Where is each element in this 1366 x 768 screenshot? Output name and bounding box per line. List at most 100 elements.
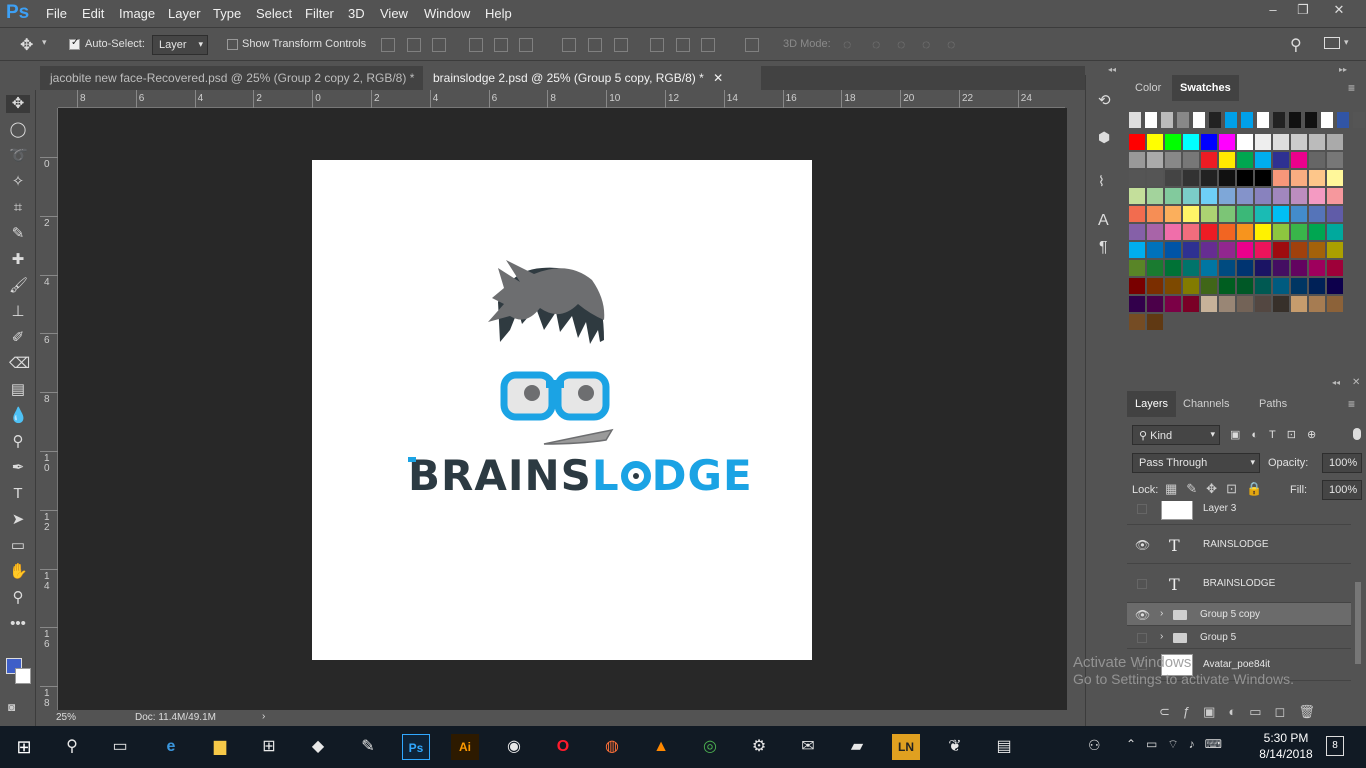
color-swatch[interactable]: [1165, 170, 1181, 186]
menu-item-edit[interactable]: Edit: [82, 6, 104, 21]
color-swatch[interactable]: [1201, 296, 1217, 312]
color-swatch[interactable]: [1327, 188, 1343, 204]
color-swatch[interactable]: [1255, 152, 1271, 168]
menu-item-type[interactable]: Type: [213, 6, 241, 21]
store-icon[interactable]: ⊞: [255, 734, 283, 760]
paragraph-icon[interactable]: ¶: [1099, 239, 1108, 257]
chevron-down-icon[interactable]: ▾: [42, 37, 47, 48]
zoom-tool-icon[interactable]: ⚲: [9, 589, 27, 607]
color-swatch[interactable]: [1147, 260, 1163, 276]
layer-row[interactable]: Layer 3: [1127, 501, 1351, 525]
color-swatch[interactable]: [1201, 152, 1217, 168]
visibility-eye-icon[interactable]: [1137, 632, 1147, 643]
opacity-input[interactable]: 100%: [1322, 453, 1362, 473]
tab-channels[interactable]: Channels: [1175, 391, 1237, 417]
color-swatch[interactable]: [1309, 260, 1325, 276]
tab-color[interactable]: Color: [1127, 75, 1169, 101]
panel-menu-icon[interactable]: ≡: [1348, 397, 1355, 411]
eclipse-icon[interactable]: ◉: [500, 734, 528, 760]
color-swatch[interactable]: [1291, 152, 1307, 168]
tab-swatches[interactable]: Swatches: [1172, 75, 1239, 101]
3d-tool-icon[interactable]: ◌: [897, 36, 905, 52]
gradient-tool-icon[interactable]: ▤: [9, 381, 27, 399]
align-icon[interactable]: [469, 38, 483, 52]
chevron-down-icon[interactable]: ▾: [1344, 37, 1349, 48]
dodge-tool-icon[interactable]: ⚲: [9, 433, 27, 451]
color-swatch[interactable]: [1255, 260, 1271, 276]
app-icon[interactable]: ◆: [304, 734, 332, 760]
color-swatch[interactable]: [1147, 188, 1163, 204]
color-swatch[interactable]: [1309, 170, 1325, 186]
vertical-scrollbar[interactable]: [1067, 108, 1085, 710]
color-swatch[interactable]: [1165, 206, 1181, 222]
color-swatch[interactable]: [1273, 112, 1285, 128]
color-swatch[interactable]: [1129, 188, 1145, 204]
color-swatch[interactable]: [1129, 260, 1145, 276]
color-swatch[interactable]: [1327, 206, 1343, 222]
color-swatch[interactable]: [1147, 170, 1163, 186]
color-swatch[interactable]: [1237, 260, 1253, 276]
color-swatch[interactable]: [1309, 278, 1325, 294]
color-swatch[interactable]: [1201, 134, 1217, 150]
collapse-icon[interactable]: ◂◂: [1108, 65, 1116, 74]
color-swatch[interactable]: [1201, 170, 1217, 186]
app3-icon[interactable]: ▤: [990, 734, 1018, 760]
color-swatch[interactable]: [1219, 278, 1235, 294]
color-swatch[interactable]: [1183, 278, 1199, 294]
document-tab[interactable]: jacobite new face-Recovered.psd @ 25% (G…: [40, 66, 434, 90]
color-swatch[interactable]: [1273, 188, 1289, 204]
clock-time[interactable]: 5:30 PM: [1258, 731, 1314, 745]
color-swatch[interactable]: [1165, 134, 1181, 150]
color-swatch[interactable]: [1147, 278, 1163, 294]
mail-icon[interactable]: ✉: [794, 734, 822, 760]
notification-icon[interactable]: 8: [1326, 736, 1344, 756]
color-swatch[interactable]: [1327, 224, 1343, 240]
color-swatch[interactable]: [1327, 296, 1343, 312]
color-swatch[interactable]: [1183, 260, 1199, 276]
quick-mask-icon[interactable]: ◙: [8, 700, 15, 714]
color-swatch[interactable]: [1255, 296, 1271, 312]
menu-item-layer[interactable]: Layer: [168, 6, 201, 21]
color-swatch[interactable]: [1183, 134, 1199, 150]
color-swatch[interactable]: [1291, 188, 1307, 204]
color-swatch[interactable]: [1183, 242, 1199, 258]
visibility-eye-icon[interactable]: 👁: [1135, 538, 1150, 552]
task-view-icon[interactable]: ▭: [106, 734, 134, 760]
color-swatch[interactable]: [1289, 112, 1301, 128]
color-swatch[interactable]: [1161, 112, 1173, 128]
align-icon[interactable]: [519, 38, 533, 52]
blur-tool-icon[interactable]: 💧: [9, 407, 28, 425]
color-swatch[interactable]: [1165, 224, 1181, 240]
color-swatch[interactable]: [1129, 314, 1145, 330]
filter-toggle[interactable]: [1353, 428, 1361, 440]
color-swatch[interactable]: [1305, 112, 1317, 128]
align-icon[interactable]: [407, 38, 421, 52]
color-swatch[interactable]: [1237, 242, 1253, 258]
color-swatch[interactable]: [1291, 278, 1307, 294]
3d-tool-icon[interactable]: ◌: [872, 36, 880, 52]
color-swatch[interactable]: [1129, 134, 1145, 150]
color-swatch[interactable]: [1219, 224, 1235, 240]
color-swatch[interactable]: [1237, 296, 1253, 312]
color-swatch[interactable]: [1255, 278, 1271, 294]
color-swatch[interactable]: [1273, 170, 1289, 186]
blend-mode-dropdown[interactable]: Pass Through ▾: [1132, 453, 1260, 473]
color-swatch[interactable]: [1183, 188, 1199, 204]
color-swatch[interactable]: [1129, 206, 1145, 222]
color-swatch[interactable]: [1327, 170, 1343, 186]
color-swatch[interactable]: [1201, 242, 1217, 258]
color-swatch[interactable]: [1237, 170, 1253, 186]
color-swatch[interactable]: [1291, 242, 1307, 258]
color-swatch[interactable]: [1237, 224, 1253, 240]
character-icon[interactable]: A: [1098, 212, 1109, 230]
color-swatch[interactable]: [1219, 170, 1235, 186]
color-swatch[interactable]: [1327, 242, 1343, 258]
color-swatch[interactable]: [1291, 296, 1307, 312]
color-swatch[interactable]: [1165, 260, 1181, 276]
color-swatch[interactable]: [1145, 112, 1157, 128]
layers-scrollbar[interactable]: [1355, 582, 1361, 664]
opera-icon[interactable]: O: [549, 734, 577, 760]
auto-select-checkbox[interactable]: ✓: [69, 37, 80, 50]
color-swatch[interactable]: [1309, 242, 1325, 258]
menu-item-file[interactable]: File: [46, 6, 67, 21]
